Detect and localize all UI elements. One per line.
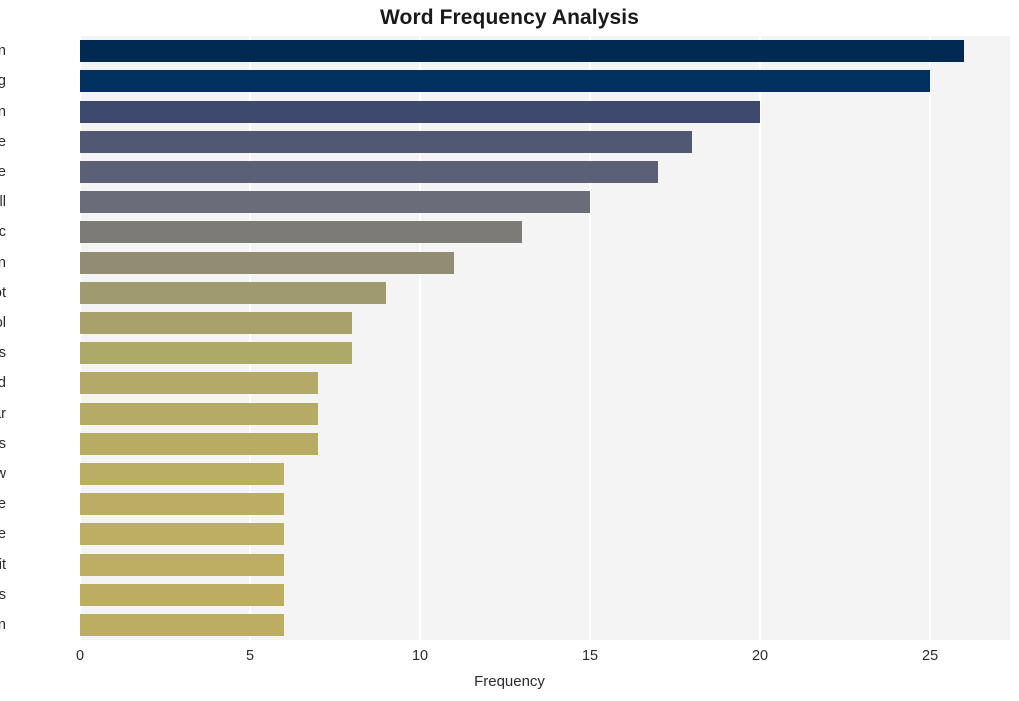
y-tick-label-experts: experts: [0, 435, 6, 452]
x-tick-label-15: 15: [581, 648, 599, 664]
y-tick-label-young: young: [0, 73, 6, 90]
x-tick-label-0: 0: [75, 648, 85, 664]
x-tick-label-20: 20: [751, 648, 769, 664]
bar-row: [80, 311, 1010, 334]
bar-include: [80, 523, 285, 546]
x-tick-label-25: 25: [922, 648, 939, 664]
bar-row: [80, 493, 1010, 516]
bar-row: [80, 191, 1010, 214]
y-tick-label-old: old: [0, 375, 6, 392]
y-tick-label-people: people: [0, 133, 6, 150]
gridline-x-15: [589, 36, 592, 640]
bar-people: [80, 130, 693, 153]
bar-isolation: [80, 613, 285, 636]
bar-commit: [80, 553, 285, 576]
gridline-x-25: [929, 36, 932, 640]
y-tick-label-shoot: shoot: [0, 284, 6, 301]
bar-row: [80, 160, 1010, 183]
y-tick-label-year: year: [0, 405, 6, 422]
y-tick-label-time: time: [0, 496, 6, 513]
bar-row: [80, 402, 1010, 425]
x-tick-label-5: 5: [245, 648, 255, 664]
y-tick-label-kill: kill: [0, 194, 6, 211]
y-tick-label-peterson: peterson: [0, 254, 6, 271]
bar-school: [80, 311, 353, 334]
bar-row: [80, 613, 1010, 636]
bar-row: [80, 281, 1010, 304]
bar-row: [80, 70, 1010, 93]
y-tick-label-public: public: [0, 224, 6, 241]
y-tick-label-men: men: [0, 43, 6, 60]
bar-row: [80, 40, 1010, 63]
bar-row: [80, 221, 1010, 244]
bar-mass: [80, 342, 353, 365]
bar-row: [80, 251, 1010, 274]
gridline-x-0: [79, 36, 81, 640]
bar-gun: [80, 100, 761, 123]
bar-kill: [80, 191, 591, 214]
bar-public: [80, 221, 523, 244]
bar-old: [80, 372, 319, 395]
y-tick-label-shooters: shooters: [0, 586, 6, 603]
y-tick-label-gun: gun: [0, 103, 6, 120]
gridline-x-20: [759, 36, 762, 640]
bar-row: [80, 462, 1010, 485]
y-tick-label-isolation: isolation: [0, 616, 6, 633]
bar-experts: [80, 432, 319, 455]
bar-time: [80, 493, 285, 516]
bar-peterson: [80, 251, 455, 274]
bar-row: [80, 100, 1010, 123]
chart-title: Word Frequency Analysis: [379, 6, 640, 29]
y-tick-label-school: school: [0, 314, 6, 331]
bar-men: [80, 40, 965, 63]
y-tick-label-new: new: [0, 465, 6, 482]
gridline-x-10: [419, 36, 422, 640]
y-tick-label-violence: violence: [0, 163, 6, 180]
y-tick-label-commit: commit: [0, 556, 6, 573]
word-frequency-chart: Word Frequency Analysis men young gun peopl…: [0, 0, 1019, 701]
gridline-x-5: [249, 36, 252, 640]
bar-new: [80, 462, 285, 485]
bar-row: [80, 583, 1010, 606]
plot-area: [79, 36, 1010, 640]
bar-row: [80, 523, 1010, 546]
bar-row: [80, 342, 1010, 365]
bar-shooters: [80, 583, 285, 606]
bar-row: [80, 432, 1010, 455]
bar-violence: [80, 160, 659, 183]
bar-shoot: [80, 281, 387, 304]
x-axis-label: Frequency: [474, 673, 545, 690]
y-tick-label-include: include: [0, 526, 6, 543]
bar-year: [80, 402, 319, 425]
bar-row: [80, 372, 1010, 395]
bar-row: [80, 553, 1010, 576]
bar-row: [80, 130, 1010, 153]
bar-young: [80, 70, 931, 93]
x-tick-label-10: 10: [411, 648, 429, 664]
y-tick-label-mass: mass: [0, 345, 6, 362]
